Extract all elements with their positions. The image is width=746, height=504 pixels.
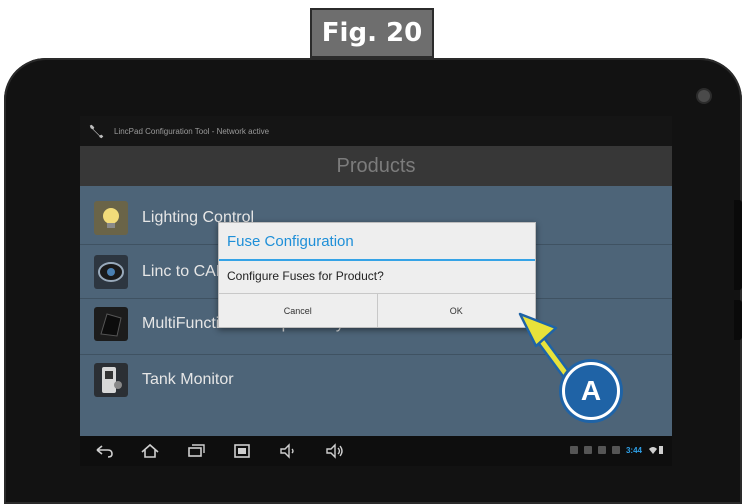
cancel-button[interactable]: Cancel xyxy=(219,294,377,327)
dialog-message: Configure Fuses for Product? xyxy=(227,269,384,283)
page-title: Products xyxy=(80,146,672,186)
tank-monitor-icon xyxy=(94,363,128,397)
status-bar: LincPad Configuration Tool - Network act… xyxy=(80,116,672,146)
side-button xyxy=(734,300,742,340)
light-bulb-icon xyxy=(94,201,128,235)
screenshot-icon[interactable] xyxy=(232,442,252,460)
camera-icon xyxy=(698,90,710,102)
wifi-battery-icon xyxy=(649,446,663,454)
wrench-icon xyxy=(89,124,104,139)
notification-icon xyxy=(569,446,578,454)
usb-icon xyxy=(597,446,606,454)
clock: 3:44 xyxy=(625,445,642,455)
notification-icon xyxy=(583,446,592,454)
callout-marker: A xyxy=(562,362,620,420)
volume-up-icon[interactable] xyxy=(324,442,344,460)
figure-label: Fig. 20 xyxy=(310,8,434,58)
ok-button[interactable]: OK xyxy=(376,294,536,327)
list-item-label: Tank Monitor xyxy=(142,371,234,388)
system-tray: 3:44 xyxy=(569,445,664,455)
home-icon[interactable] xyxy=(140,442,160,460)
side-button xyxy=(734,200,742,290)
bluetooth-icon xyxy=(611,446,620,454)
recent-apps-icon[interactable] xyxy=(186,442,206,460)
dialog-button-row: Cancel OK xyxy=(219,293,535,327)
back-icon[interactable] xyxy=(94,442,114,460)
app-status-title: LincPad Configuration Tool - Network act… xyxy=(114,126,270,136)
navigation-bar: 3:44 xyxy=(80,436,672,466)
list-item-label: Linc to CAN xyxy=(142,263,228,280)
volume-down-icon[interactable] xyxy=(278,442,298,460)
can-module-icon xyxy=(94,255,128,289)
dialog-title: Fuse Configuration xyxy=(219,223,535,261)
fuse-configuration-dialog: Fuse Configuration Configure Fuses for P… xyxy=(218,222,536,328)
multifunction-module-icon xyxy=(94,307,128,341)
